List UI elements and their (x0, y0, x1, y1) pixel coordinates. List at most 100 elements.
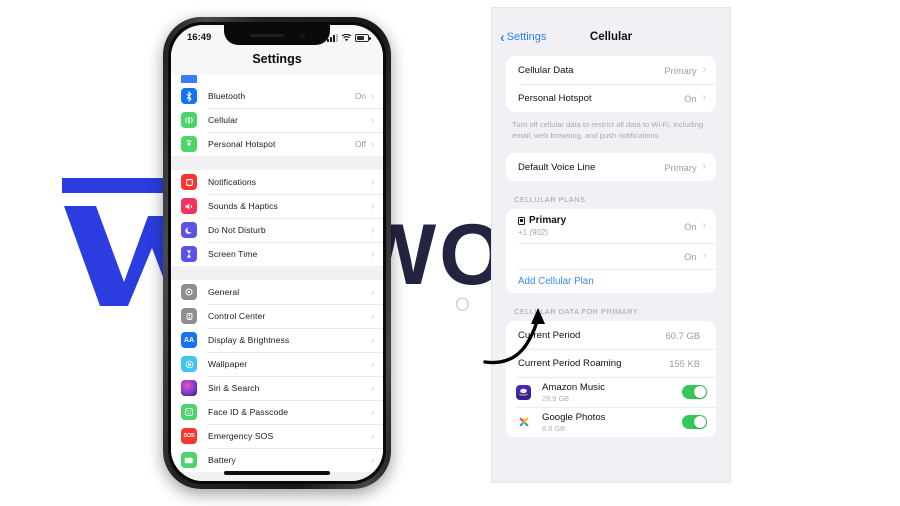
front-camera (299, 32, 305, 38)
chevron-right-icon: › (371, 310, 374, 321)
sidebar-item-wallpaper[interactable]: Wallpaper › (171, 352, 383, 376)
chevron-left-icon: ‹ (500, 29, 505, 45)
row-personal-hotspot[interactable]: Personal Hotspot On › (506, 84, 716, 112)
battery-green-icon (181, 452, 197, 468)
chevron-right-icon: › (371, 200, 374, 211)
settings-group-alerts: Notifications › Sounds & Haptics › Do No… (171, 170, 383, 266)
chevron-right-icon: › (371, 114, 374, 125)
plan-status: On (684, 250, 697, 262)
row-label: Personal Hotspot (208, 139, 276, 149)
sidebar-item-bluetooth[interactable]: Bluetooth On › (171, 84, 383, 108)
sidebar-item-face-id-passcode[interactable]: Face ID & Passcode › (171, 400, 383, 424)
sidebar-item-cellular[interactable]: Cellular › (171, 108, 383, 132)
notifications-icon (181, 174, 197, 190)
data-usage-card: Current Period 60.7 GB Current Period Ro… (506, 321, 716, 437)
toggle-amazon-music[interactable] (682, 384, 707, 400)
row-value: On (684, 92, 697, 104)
sidebar-item-personal-hotspot[interactable]: Personal Hotspot Off › (171, 132, 383, 156)
sounds-icon (181, 198, 197, 214)
chevron-right-icon: › (371, 382, 374, 393)
sidebar-item-emergency-sos[interactable]: SOS Emergency SOS › (171, 424, 383, 448)
chevron-right-icon: › (371, 224, 374, 235)
plan-info: Primary +1 (902) (518, 215, 684, 237)
default-voice-line-card: Default Voice Line Primary › (506, 153, 716, 181)
row-default-voice-line[interactable]: Default Voice Line Primary › (506, 153, 716, 181)
siri-icon (181, 380, 197, 396)
faceid-icon (181, 404, 197, 420)
app-row-google-photos: Google Photos 8.8 GB (506, 407, 716, 437)
plan-row-primary[interactable]: Primary +1 (902) On › (506, 209, 716, 243)
row-current-period: Current Period 60.7 GB (506, 321, 716, 349)
cellular-icon (181, 112, 197, 128)
sidebar-item-sounds-haptics[interactable]: Sounds & Haptics › (171, 194, 383, 218)
app-name: Google Photos (542, 411, 606, 423)
sidebar-item-battery[interactable]: Battery › (171, 448, 383, 472)
app-info: Amazon Music 28.9 GB (542, 382, 682, 403)
row-label: Current Period (518, 329, 581, 341)
app-name: Amazon Music (542, 381, 605, 393)
sidebar-item-screen-time[interactable]: Screen Time › (171, 242, 383, 266)
app-size: 8.8 GB (542, 423, 566, 433)
row-value: 155 KB (669, 357, 700, 369)
row-label: Siri & Search (208, 383, 260, 393)
group-separator (171, 266, 383, 280)
sidebar-item-general[interactable]: General › (171, 280, 383, 304)
phone-notch (224, 25, 330, 45)
row-label: Cellular (208, 115, 238, 125)
home-indicator[interactable] (224, 471, 330, 475)
add-cellular-plan-button[interactable]: Add Cellular Plan (506, 269, 716, 293)
display-icon: AA (181, 332, 197, 348)
app-info: Google Photos 8.8 GB (542, 412, 682, 433)
hourglass-icon (181, 246, 197, 262)
row-label: Emergency SOS (208, 431, 274, 441)
chevron-right-icon: › (371, 430, 374, 441)
chevron-right-icon: › (371, 286, 374, 297)
chevron-right-icon: › (371, 248, 374, 259)
row-label: Wallpaper (208, 359, 248, 369)
panel-navbar: ‹ Settings Cellular (492, 8, 730, 56)
back-to-settings-button[interactable]: ‹ Settings (500, 30, 546, 44)
wallpaper-icon (181, 356, 197, 372)
chevron-right-icon: › (371, 334, 374, 345)
chevron-right-icon: › (371, 358, 374, 369)
toggle-google-photos[interactable] (682, 414, 707, 430)
row-value: On (354, 91, 366, 101)
wifi-settings-icon (181, 75, 197, 83)
chevron-right-icon: › (371, 90, 374, 101)
back-label: Settings (506, 31, 547, 43)
row-label: General (208, 287, 240, 297)
sidebar-item-do-not-disturb[interactable]: Do Not Disturb › (171, 218, 383, 242)
partial-row-above[interactable] (171, 75, 383, 84)
row-label: Bluetooth (208, 91, 246, 101)
sim-card-icon (518, 216, 525, 225)
sidebar-item-notifications[interactable]: Notifications › (171, 170, 383, 194)
row-value: Primary (664, 161, 697, 173)
sidebar-item-display-brightness[interactable]: AA Display & Brightness › (171, 328, 383, 352)
screenshot-root: WO IRE O N R E 16:49 (0, 0, 900, 506)
wifi-icon (341, 33, 352, 41)
cellular-plans-card: Primary +1 (902) On › On › Add Cellular … (506, 209, 716, 293)
plan-row-secondary[interactable]: On › (506, 243, 716, 269)
row-label: Current Period Roaming (518, 357, 622, 369)
status-time: 16:49 (187, 32, 212, 43)
status-indicators (327, 33, 371, 42)
gear-icon (181, 284, 197, 300)
chevron-right-icon: › (371, 454, 374, 465)
sidebar-item-siri-search[interactable]: Siri & Search › (171, 376, 383, 400)
row-value: 60.7 GB (665, 329, 700, 341)
chevron-right-icon: › (702, 220, 706, 231)
sidebar-item-control-center[interactable]: Control Center › (171, 304, 383, 328)
cellular-data-note: Turn off cellular data to restrict all d… (512, 120, 704, 140)
phone-screen: 16:49 Settings Bluetooth On › Cellular ›… (171, 25, 383, 481)
plan-status: On (684, 220, 697, 232)
chevron-right-icon: › (702, 92, 706, 103)
row-current-period-roaming: Current Period Roaming 155 KB (506, 349, 716, 377)
earpiece-speaker (249, 33, 284, 37)
iphone-mockup: 16:49 Settings Bluetooth On › Cellular ›… (163, 17, 391, 489)
row-value: Primary (664, 64, 697, 76)
row-label: Default Voice Line (518, 161, 596, 173)
settings-list[interactable]: Bluetooth On › Cellular › Personal Hotsp… (171, 75, 383, 481)
settings-group-system: General › Control Center › AA Display & … (171, 280, 383, 472)
row-cellular-data[interactable]: Cellular Data Primary › (506, 56, 716, 84)
chevron-right-icon: › (371, 176, 374, 187)
